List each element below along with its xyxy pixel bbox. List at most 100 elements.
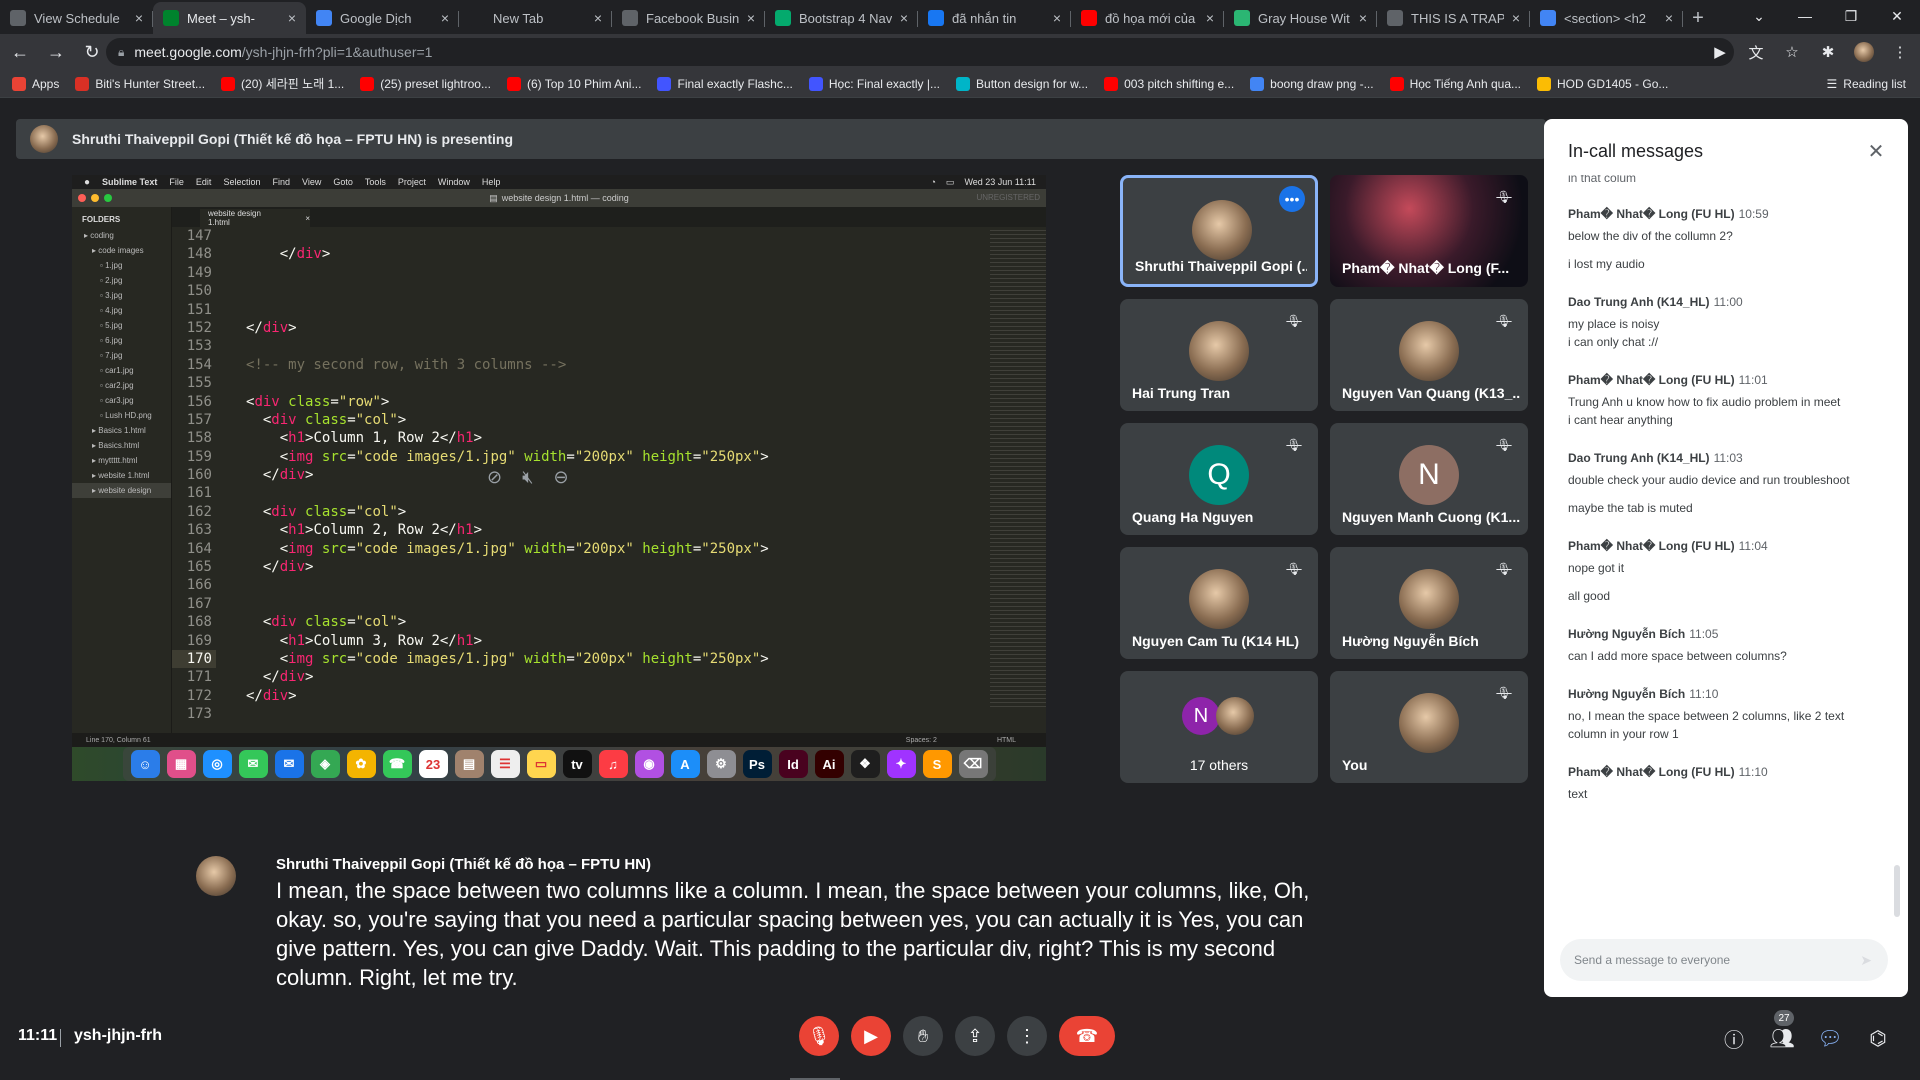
people-icon[interactable]: 👥︎ [1768,1024,1796,1052]
minimize-dot-icon [91,194,99,202]
address-bar[interactable]: 🔒︎ meet.google.com/ysh-jhjn-frh?pli=1&au… [106,38,1734,66]
participant-tile[interactable]: 🎙︎ Pham� Nhat� Long (F... [1330,175,1528,287]
bookmark-item[interactable]: (6) Top 10 Phim Ani... [506,76,641,91]
chat-scrollbar[interactable] [1894,865,1900,917]
bookmark-item[interactable]: (25) preset lightroo... [360,76,491,91]
pin-off-icon[interactable]: ⊘ [487,467,502,488]
chat-icon[interactable]: 💬︎ [1816,1024,1844,1052]
tab-close-icon[interactable]: × [1359,10,1367,26]
send-icon[interactable]: ➤ [1860,952,1872,969]
dock-app-icon: S [922,750,952,778]
remove-tile-icon[interactable]: ⊖ [553,467,568,488]
tab-close-icon[interactable]: × [1512,10,1520,26]
code-token: = [347,448,356,465]
bookmark-item[interactable]: HOD GD1405 - Go... [1537,76,1668,91]
chat-message-header: Hường Nguyễn Bích 11:05 [1568,627,1878,641]
tab-close-icon[interactable]: × [594,10,602,26]
code-token: img [288,650,314,667]
code-token: div [271,411,297,428]
browser-tab[interactable]: Google Dịch × [306,2,459,34]
reading-list-button[interactable]: ☰ Reading list [1827,70,1906,98]
browser-tab[interactable]: <section> <h2 × [1530,2,1683,34]
participant-tile[interactable]: 🎙︎ Hường Nguyễn Bích [1330,547,1528,659]
bookmark-item[interactable]: Apps [12,76,59,91]
participant-tile[interactable]: N 🎙︎ Nguyen Manh Cuong (K1... [1330,423,1528,535]
mac-menu-item: Edit [195,177,212,187]
participant-tile[interactable]: N 17 others [1120,671,1318,783]
forward-arrow-icon[interactable]: → [40,36,72,68]
close-dot-icon [78,194,86,202]
browser-tab[interactable]: Meet – ysh- × [153,2,306,34]
microphone-off-icon[interactable]: 🎙︎ [799,1016,839,1056]
participant-avatar [1399,693,1459,753]
code-line: <img src="code images/1.jpg" width="200p… [246,540,946,558]
bookmark-item[interactable]: (20) 세라핀 노래 1... [221,75,344,92]
browser-tab[interactable]: View Schedule × [0,2,153,34]
participant-tile[interactable]: ••• Shruthi Thaiveppil Gopi (... [1120,175,1318,287]
more-options-dots-icon[interactable]: ••• [1279,186,1305,212]
browser-tab[interactable]: Gray House Wit × [1224,2,1377,34]
bookmark-item[interactable]: Học Tiếng Anh qua... [1389,76,1521,91]
bookmark-item[interactable]: Final exactly Flashc... [657,76,793,91]
activities-icon[interactable]: ⌬ [1864,1024,1892,1052]
participant-tile[interactable]: Q 🎙︎ Quang Ha Nguyen [1120,423,1318,535]
chat-message-text: i lost my audio [1568,257,1645,271]
tab-search-icon[interactable]: ⌄ [1736,0,1782,32]
participant-tile[interactable]: 🎙︎ Nguyen Van Quang (K13_... [1330,299,1528,411]
profile-avatar-icon[interactable] [1848,36,1880,68]
tab-close-icon[interactable]: × [288,10,296,26]
tab-close-icon[interactable]: × [1206,10,1214,26]
status-spaces: Spaces: 2 [905,736,937,744]
restore-icon[interactable]: ❐ [1828,0,1874,32]
bookmark-star-icon[interactable]: ☆ [1776,36,1808,68]
chat-input[interactable]: Send a message to everyone ➤ [1560,939,1888,981]
meeting-details-icon[interactable]: ⓘ [1720,1024,1748,1052]
mute-tile-icon[interactable]: 🔇︎ [522,467,533,488]
dock-app-icon: A [670,750,700,778]
file-tree-item: ▫ car2.jpg [72,378,171,393]
new-tab-plus-icon[interactable]: + [1683,2,1713,34]
tab-close-icon[interactable]: × [441,10,449,26]
menu-kebab-icon[interactable]: ⋮ [1884,36,1916,68]
minimize-icon[interactable]: — [1782,0,1828,32]
close-window-icon[interactable]: ✕ [1874,0,1920,32]
browser-tab[interactable]: đồ họa mới của × [1071,2,1224,34]
bookmark-item[interactable]: 003 pitch shifting e... [1104,76,1234,91]
tab-close-icon[interactable]: × [900,10,908,26]
camera-in-use-icon[interactable]: ▶︎ [1704,36,1736,68]
browser-tab[interactable]: THIS IS A TRAP × [1377,2,1530,34]
tab-close-icon[interactable]: × [135,10,143,26]
chat-message-header: Pham� Nhat� Long (FU HL) 11:04 [1568,539,1878,553]
bookmark-item[interactable]: Button design for w... [956,76,1088,91]
participant-tile[interactable]: 🎙︎ Nguyen Cam Tu (K14 HL) [1120,547,1318,659]
code-token: div [296,246,322,263]
back-arrow-icon[interactable]: ← [4,36,36,68]
participant-tile[interactable]: 🎙︎ Hai Trung Tran [1120,299,1318,411]
tab-close-icon[interactable]: × [1053,10,1061,26]
bookmark-item[interactable]: Học: Final exactly |... [808,76,940,91]
browser-tab[interactable]: đã nhắn tin × [918,2,1071,34]
chat-message-list[interactable]: in that colum Pham� Nhat� Long (FU HL) 10… [1568,175,1878,875]
bookmark-item[interactable]: Biti's Hunter Street... [75,76,205,91]
browser-tab[interactable]: New Tab × [459,2,612,34]
browser-tab[interactable]: Bootstrap 4 Nav × [765,2,918,34]
camera-off-icon[interactable]: ▶︎ [851,1016,891,1056]
reload-icon[interactable]: ↻ [76,36,108,68]
tab-close-icon[interactable]: × [1665,10,1673,26]
close-chat-icon[interactable]: ✕ [1864,139,1888,163]
more-options-icon[interactable]: ⋮ [1007,1016,1047,1056]
chat-message-group: Dao Trung Anh (K14_HL) 11:00 my place is n… [1568,295,1878,351]
chat-message-text: my place is noisy i can only chat :// [1568,317,1660,349]
tab-close-icon[interactable]: × [747,10,755,26]
browser-tab[interactable]: Facebook Busine × [612,2,765,34]
chat-time: 11:10 [1738,765,1768,779]
participant-tile[interactable]: 🎙︎ You [1330,671,1528,783]
translate-icon[interactable]: 文 [1740,36,1772,68]
lock-icon[interactable]: 🔒︎ [118,45,124,60]
leave-call-icon[interactable]: ☎︎ [1059,1016,1115,1056]
extensions-puzzle-icon[interactable]: ✱ [1812,36,1844,68]
raise-hand-icon[interactable]: ✋︎ [903,1016,943,1056]
bookmark-item[interactable]: boong draw png -... [1250,76,1374,91]
line-number: 166 [186,577,212,594]
present-screen-icon[interactable]: ⇪ [955,1016,995,1056]
